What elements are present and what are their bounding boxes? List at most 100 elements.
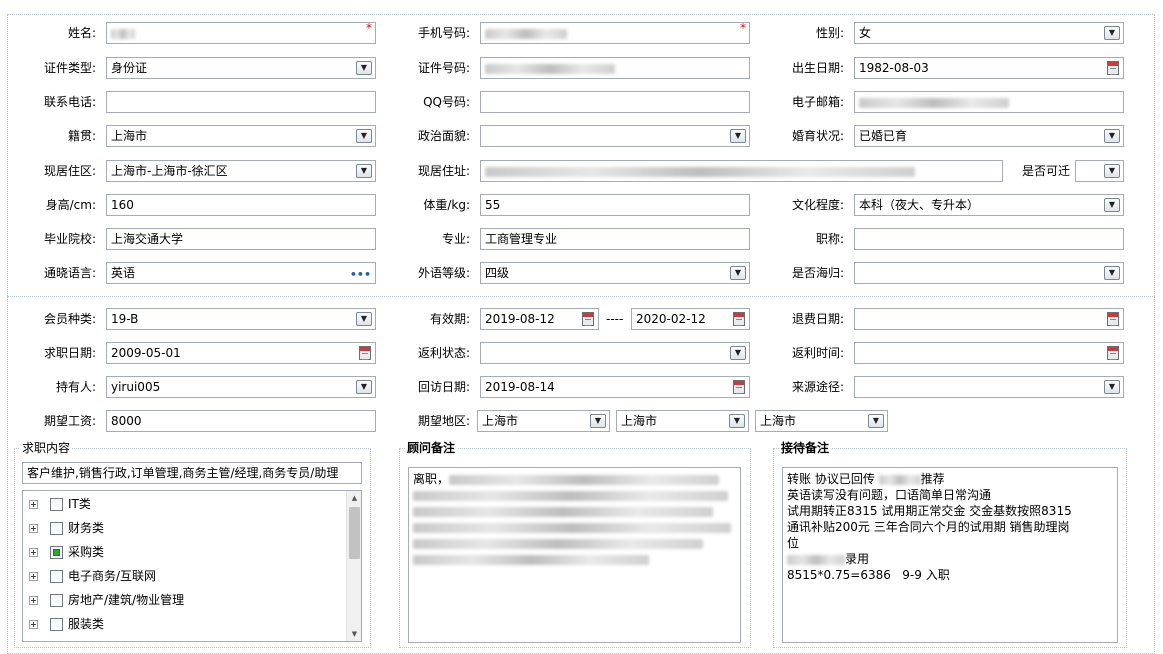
relocate-select[interactable]: ▼ — [1075, 160, 1124, 182]
more-icon[interactable]: ••• — [350, 265, 371, 283]
marital-select[interactable]: 已婚已育 ▼ — [854, 125, 1124, 147]
region-label: 期望地区: — [417, 414, 470, 428]
chevron-down-icon[interactable]: ▼ — [356, 164, 372, 178]
education-select[interactable]: 本科（夜大、专升本） ▼ — [854, 194, 1124, 216]
overseas-select[interactable]: ▼ — [854, 262, 1124, 284]
chevron-down-icon[interactable]: ▼ — [590, 414, 606, 428]
calendar-icon[interactable] — [359, 346, 371, 360]
id-number-input[interactable] — [480, 57, 750, 79]
advisor-notes-textarea[interactable]: 离职， — [408, 467, 741, 643]
calendar-icon[interactable] — [733, 312, 745, 326]
foreign-level-label: 外语等级: — [417, 266, 470, 280]
chevron-down-icon[interactable]: ▼ — [1104, 198, 1120, 212]
chevron-down-icon[interactable]: ▼ — [730, 129, 746, 143]
chevron-down-icon[interactable]: ▼ — [1104, 266, 1120, 280]
rebate-status-label: 返利状态: — [417, 346, 470, 360]
chevron-down-icon[interactable]: ▼ — [729, 414, 745, 428]
district-select[interactable]: 上海市-上海市-徐汇区 ▼ — [106, 160, 376, 182]
scroll-up-icon[interactable]: ▲ — [347, 491, 361, 505]
political-label: 政治面貌: — [417, 129, 470, 143]
checkbox[interactable] — [50, 594, 63, 607]
holder-select[interactable]: yirui005 ▼ — [106, 376, 376, 398]
mobile-input[interactable]: * — [480, 22, 750, 44]
chevron-down-icon[interactable]: ▼ — [1104, 164, 1120, 178]
chevron-down-icon[interactable]: ▼ — [868, 414, 884, 428]
salary-input[interactable]: 8000 — [106, 410, 376, 432]
calendar-icon[interactable] — [1107, 61, 1119, 75]
major-input[interactable]: 工商管理专业 — [480, 228, 750, 250]
calendar-icon[interactable] — [733, 380, 745, 394]
chevron-down-icon[interactable]: ▼ — [730, 266, 746, 280]
refund-date-input[interactable] — [854, 308, 1124, 330]
checkbox[interactable] — [50, 498, 63, 511]
expand-icon[interactable] — [29, 572, 38, 581]
job-date-input[interactable]: 2009-05-01 — [106, 342, 376, 364]
school-input[interactable]: 上海交通大学 — [106, 228, 376, 250]
region-district-select[interactable]: 上海市 ▼ — [755, 410, 888, 432]
chevron-down-icon[interactable]: ▼ — [356, 312, 372, 326]
scroll-down-icon[interactable]: ▼ — [347, 627, 361, 641]
valid-from-input[interactable]: 2019-08-12 — [480, 308, 599, 330]
job-category-tree[interactable]: IT类 财务类 采购类 电子商务/互联网 房地产/建筑/物业管理 服装类 ▲ ▼ — [22, 490, 362, 642]
checkbox[interactable] — [50, 618, 63, 631]
tree-item-finance[interactable]: 财务类 — [29, 518, 104, 538]
rebate-time-input[interactable] — [854, 342, 1124, 364]
name-input[interactable]: * — [106, 22, 376, 44]
tree-scrollbar[interactable]: ▲ ▼ — [346, 491, 361, 641]
expand-icon[interactable] — [29, 548, 38, 557]
tree-item-apparel[interactable]: 服装类 — [29, 614, 104, 634]
expand-icon[interactable] — [29, 596, 38, 605]
valid-to-input[interactable]: 2020-02-12 — [631, 308, 750, 330]
expand-icon[interactable] — [29, 620, 38, 629]
checkbox[interactable] — [50, 522, 63, 535]
gender-select[interactable]: 女 ▼ — [854, 22, 1124, 44]
qq-input[interactable] — [480, 91, 750, 113]
political-select[interactable]: ▼ — [480, 125, 750, 147]
phone-input[interactable] — [106, 91, 376, 113]
chevron-down-icon[interactable]: ▼ — [356, 61, 372, 75]
district-value: 上海市-上海市-徐汇区 — [111, 164, 228, 178]
tree-item-purchasing[interactable]: 采购类 — [29, 542, 104, 562]
birth-date-input[interactable]: 1982-08-03 — [854, 57, 1124, 79]
chevron-down-icon[interactable]: ▼ — [1104, 26, 1120, 40]
reception-notes-textarea[interactable]: 转账 协议已回传 推荐 英语读写没有问题，口语简单日常沟通 试用期转正8315 … — [782, 467, 1118, 643]
job-title-input[interactable] — [854, 228, 1124, 250]
chevron-down-icon[interactable]: ▼ — [356, 129, 372, 143]
expand-icon[interactable] — [29, 500, 38, 509]
chevron-down-icon[interactable]: ▼ — [1104, 129, 1120, 143]
scroll-thumb[interactable] — [349, 507, 360, 559]
native-select[interactable]: 上海市 ▼ — [106, 125, 376, 147]
language-input[interactable]: 英语 ••• — [106, 262, 376, 284]
expand-icon[interactable] — [29, 524, 38, 533]
region-province-select[interactable]: 上海市 ▼ — [477, 410, 610, 432]
reception-note-line: 位 — [787, 536, 800, 550]
chevron-down-icon[interactable]: ▼ — [356, 380, 372, 394]
email-input[interactable] — [854, 91, 1124, 113]
member-type-select[interactable]: 19-B ▼ — [106, 308, 376, 330]
region-city-select[interactable]: 上海市 ▼ — [616, 410, 749, 432]
checkbox[interactable] — [50, 570, 63, 583]
job-summary-input[interactable]: 客户维护,销售行政,订单管理,商务主管/经理,商务专员/助理 — [22, 462, 362, 484]
rebate-status-select[interactable]: ▼ — [480, 342, 750, 364]
calendar-icon[interactable] — [582, 312, 594, 326]
overseas-label: 是否海归: — [791, 266, 844, 280]
tree-item-it[interactable]: IT类 — [29, 494, 91, 514]
chevron-down-icon[interactable]: ▼ — [1104, 380, 1120, 394]
foreign-level-select[interactable]: 四级 ▼ — [480, 262, 750, 284]
id-type-select[interactable]: 身份证 ▼ — [106, 57, 376, 79]
weight-input[interactable]: 55 — [480, 194, 750, 216]
height-value: 160 — [111, 198, 134, 212]
revisit-date-input[interactable]: 2019-08-14 — [480, 376, 750, 398]
height-input[interactable]: 160 — [106, 194, 376, 216]
address-input[interactable] — [480, 160, 1003, 182]
tree-item-realestate[interactable]: 房地产/建筑/物业管理 — [29, 590, 184, 610]
blurred-value — [413, 490, 728, 501]
calendar-icon[interactable] — [1107, 312, 1119, 326]
checkbox-partial[interactable] — [50, 546, 63, 559]
source-select[interactable]: ▼ — [854, 376, 1124, 398]
blurred-value — [787, 554, 845, 565]
calendar-icon[interactable] — [1107, 346, 1119, 360]
reception-note-line: 推荐 — [920, 472, 945, 486]
chevron-down-icon[interactable]: ▼ — [730, 346, 746, 360]
tree-item-ecommerce[interactable]: 电子商务/互联网 — [29, 566, 156, 586]
